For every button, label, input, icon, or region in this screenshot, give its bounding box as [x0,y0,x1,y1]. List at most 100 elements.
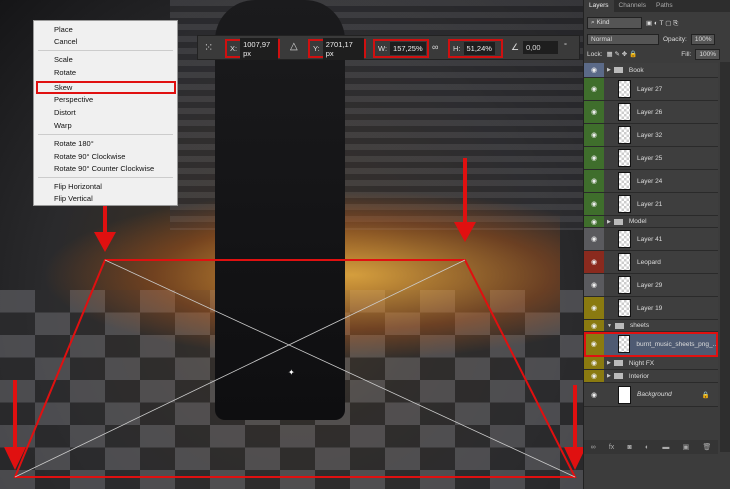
menu-item-warp[interactable]: Warp [54,120,72,131]
x-field[interactable]: X: 1007,97 px [225,37,280,60]
layer-row[interactable]: ◉ Layer 25 [584,147,718,170]
new-layer-icon[interactable]: ▣ [683,443,690,451]
expand-icon[interactable]: ▼ [607,323,612,329]
layer-row[interactable]: ◉ ▶ Interior [584,370,718,383]
link-layers-icon[interactable]: ∞ [591,444,596,451]
y-field[interactable]: Y: 2701,17 px [308,37,366,60]
angle-icon: ∠ [511,42,520,52]
tab-paths[interactable]: Paths [651,0,678,12]
layer-row[interactable]: ◉ ▶ Model [584,216,718,228]
layers-scrollbar[interactable] [720,62,730,452]
expand-icon[interactable]: ▶ [607,67,611,73]
layer-row[interactable]: ◉ Layer 19 [584,297,718,320]
menu-item-skew[interactable]: Skew [54,82,72,93]
expand-icon[interactable]: ▶ [607,360,611,366]
menu-item-rotate-90-ccw[interactable]: Rotate 90° Counter Clockwise [54,163,154,174]
x-input[interactable]: 1007,97 px [240,37,278,60]
layer-row[interactable]: ◉ Layer 26 [584,101,718,124]
visibility-eye-icon[interactable]: ◉ [584,124,604,146]
height-field[interactable]: H: 51,24% [448,39,503,58]
visibility-eye-icon[interactable]: ◉ [584,320,604,331]
menu-item-cancel[interactable]: Cancel [54,36,77,47]
layer-name: Layer 26 [637,108,663,116]
layer-row[interactable]: ◉ burnt_music_sheets_png_... [584,332,718,357]
link-icon[interactable]: ∞ [432,42,438,52]
fill-label: Fill: [681,50,692,58]
layer-row[interactable]: ◉ ▼ sheets [584,320,718,332]
visibility-eye-icon[interactable]: ◉ [584,193,604,215]
layer-name: Background [637,391,672,398]
layer-name: Layer 21 [637,200,663,208]
visibility-eye-icon[interactable]: ◉ [584,332,604,356]
visibility-eye-icon[interactable]: ◉ [584,101,604,123]
y-input[interactable]: 2701,17 px [322,37,364,60]
h-input[interactable]: 51,24% [463,42,495,55]
fx-icon[interactable]: fx [609,444,614,451]
layer-row[interactable]: ◉ ▶ Night FX [584,357,718,370]
layer-name: sheets [629,322,650,329]
delta-icon[interactable]: △ [290,41,298,52]
fill-input[interactable]: 100% [695,48,720,60]
layer-thumbnail [618,195,631,213]
visibility-eye-icon[interactable]: ◉ [584,370,604,382]
degree-label: ° [564,41,567,50]
new-group-icon[interactable]: ▬ [662,444,669,451]
tab-channels[interactable]: Channels [614,0,651,12]
visibility-eye-icon[interactable]: ◉ [584,251,604,273]
menu-item-rotate-90-cw[interactable]: Rotate 90° Clockwise [54,151,125,162]
delete-icon[interactable]: 🗑 [702,443,711,451]
layer-name: burnt_music_sheets_png_... [636,340,718,348]
adjustment-icon[interactable]: ◐ [645,444,649,451]
layer-row[interactable]: ◉ Layer 27 [584,78,718,101]
visibility-eye-icon[interactable]: ◉ [584,383,604,406]
menu-item-flip-horizontal[interactable]: Flip Horizontal [54,181,102,192]
blend-mode-select[interactable]: Normal [587,33,659,45]
x-label: X: [230,44,238,53]
angle-input[interactable]: 0,00 [523,41,558,54]
layer-row[interactable]: ◉ Leopard [584,251,718,274]
layer-row[interactable]: ◉ Background 🔒 [584,383,718,407]
layer-thumbnail [618,385,631,404]
menu-item-place[interactable]: Place [54,24,73,35]
w-label: W: [378,44,388,53]
kind-filter[interactable]: ⌕ Kind [587,17,642,29]
layer-row[interactable]: ◉ Layer 32 [584,124,718,147]
layer-row[interactable]: ◉ Layer 21 [584,193,718,216]
expand-icon[interactable]: ▶ [607,373,611,379]
menu-item-perspective[interactable]: Perspective [54,94,93,105]
menu-separator [38,177,173,178]
visibility-eye-icon[interactable]: ◉ [584,274,604,296]
w-input[interactable]: 157,25% [390,42,426,55]
mask-icon[interactable]: ◙ [628,444,632,451]
visibility-eye-icon[interactable]: ◉ [584,170,604,192]
lock-icons[interactable]: ▦ ✎ ✥ 🔒 [607,50,638,58]
layer-row[interactable]: ◉ Layer 29 [584,274,718,297]
visibility-eye-icon[interactable]: ◉ [584,297,604,319]
menu-item-scale[interactable]: Scale [54,54,73,65]
visibility-eye-icon[interactable]: ◉ [584,357,604,369]
layer-row[interactable]: ◉ ▶ Book [584,63,718,78]
layer-row[interactable]: ◉ Layer 24 [584,170,718,193]
tab-layers[interactable]: Layers [584,0,614,12]
menu-item-rotate[interactable]: Rotate [54,67,76,78]
menu-item-distort[interactable]: Distort [54,107,76,118]
transform-bounding-box[interactable]: ✦ [13,259,577,478]
transform-context-menu: Place Cancel Scale Rotate Skew Perspecti… [33,20,178,206]
width-field[interactable]: W: 157,25% [373,39,429,58]
layer-row[interactable]: ◉ Layer 41 [584,228,718,251]
expand-icon[interactable]: ▶ [607,219,611,225]
layer-name: Layer 19 [637,304,663,312]
filter-icons[interactable]: ▣ ◐ T ▢ ⎘ [646,19,678,28]
visibility-eye-icon[interactable]: ◉ [584,216,604,227]
layer-name: Layer 41 [637,235,663,243]
visibility-eye-icon[interactable]: ◉ [584,63,604,77]
menu-item-rotate-180[interactable]: Rotate 180° [54,138,94,149]
transform-options-bar: ⁙ X: 1007,97 px △ Y: 2701,17 px W: 157,25% … [197,35,580,60]
layers-footer: ∞ fx ◙ ◐ ▬ ▣ 🗑 [584,440,718,454]
visibility-eye-icon[interactable]: ◉ [584,78,604,100]
visibility-eye-icon[interactable]: ◉ [584,147,604,169]
visibility-eye-icon[interactable]: ◉ [584,228,604,250]
opacity-input[interactable]: 100% [690,33,716,45]
reference-point-icon[interactable]: ⁙ [204,41,213,54]
menu-item-flip-vertical[interactable]: Flip Vertical [54,193,93,204]
